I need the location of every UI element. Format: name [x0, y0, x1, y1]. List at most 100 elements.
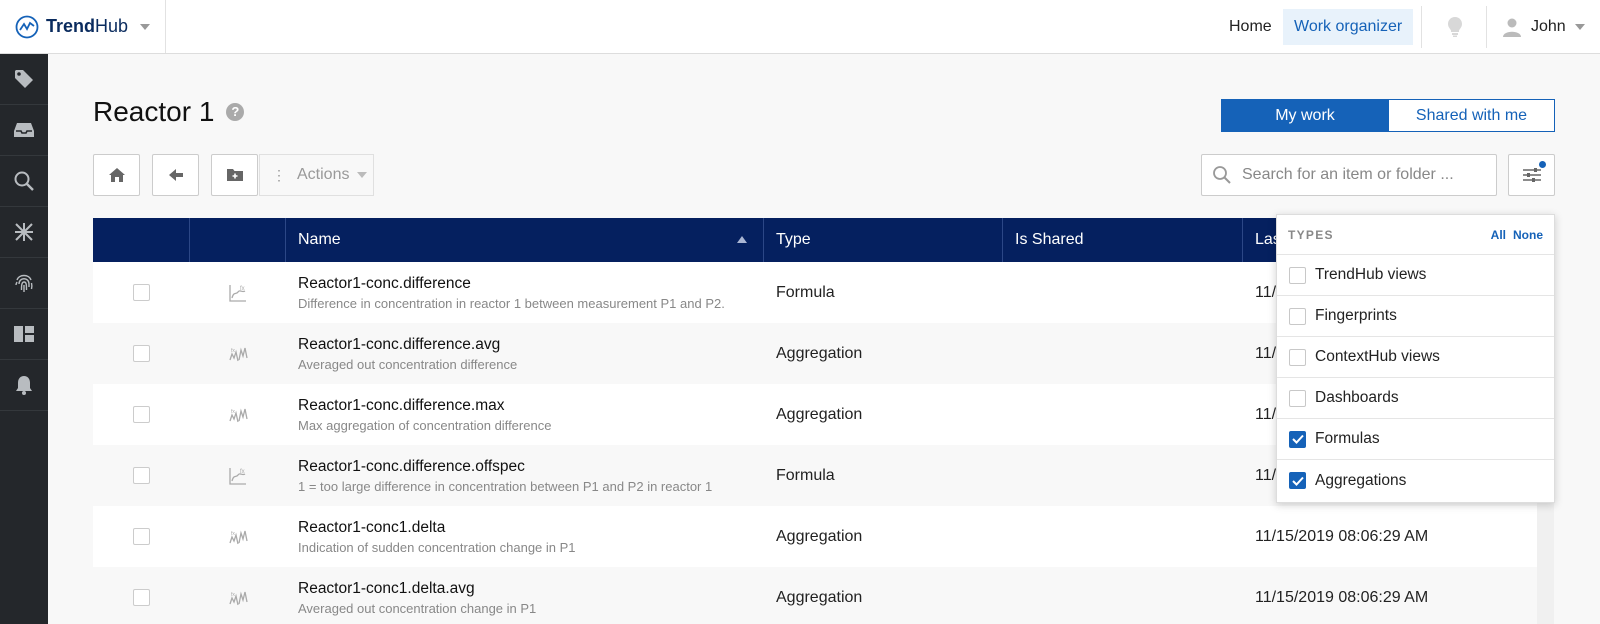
item-is-shared	[1003, 384, 1243, 445]
actions-dropdown[interactable]: ⋮ Actions	[259, 154, 374, 196]
filter-option[interactable]: TrendHub views	[1277, 255, 1554, 296]
row-name-cell[interactable]: Reactor1-conc1.delta Indication of sudden…	[286, 506, 764, 567]
filter-header: TYPES All None	[1277, 215, 1554, 255]
sidebar-item-fingerprints[interactable]	[0, 258, 48, 309]
table-row[interactable]: aggregation-iconfx Reactor1-conc1.delta In…	[93, 506, 1537, 567]
bell-icon	[16, 376, 32, 395]
brand-menu[interactable]: TrendHub	[0, 0, 166, 53]
pattern-icon	[15, 223, 33, 241]
filter-option-label: Formulas	[1315, 430, 1380, 447]
filter-types-label: TYPES	[1288, 227, 1334, 242]
row-checkbox[interactable]	[133, 467, 150, 484]
filter-checkbox-checked[interactable]	[1289, 472, 1306, 489]
row-checkbox[interactable]	[133, 528, 150, 545]
filter-button[interactable]	[1508, 154, 1555, 196]
user-avatar-icon	[1503, 18, 1521, 37]
filter-select-all[interactable]: All	[1491, 228, 1506, 242]
sidebar-item-inbox[interactable]	[0, 105, 48, 156]
nav-work-organizer[interactable]: Work organizer	[1283, 9, 1414, 45]
filter-checkbox[interactable]	[1289, 307, 1306, 325]
row-icon-cell: aggregation-iconfx	[190, 506, 286, 567]
filter-option[interactable]: Fingerprints	[1277, 296, 1554, 337]
lightbulb-icon[interactable]	[1446, 16, 1464, 38]
item-name[interactable]: Reactor1-conc.difference.offspec	[298, 458, 525, 476]
chevron-down-icon	[140, 23, 151, 30]
row-checkbox[interactable]	[133, 406, 150, 423]
item-description: Indication of sudden concentration chang…	[298, 539, 576, 555]
filter-option[interactable]: Aggregations	[1277, 460, 1554, 501]
row-checkbox[interactable]	[133, 345, 150, 362]
row-name-cell[interactable]: Reactor1-conc.difference.max Max aggregat…	[286, 384, 764, 445]
item-name[interactable]: Reactor1-conc.difference.avg	[298, 336, 500, 354]
sidebar-item-tags[interactable]	[0, 54, 48, 105]
filter-checkbox[interactable]	[1289, 266, 1306, 284]
fingerprint-icon	[15, 274, 33, 292]
row-name-cell[interactable]: Reactor1-conc.difference.avg Averaged out…	[286, 323, 764, 384]
svg-text:fx: fx	[231, 592, 235, 598]
home-icon	[108, 168, 125, 182]
sidebar-item-dashboards[interactable]	[0, 309, 48, 360]
my-work-button[interactable]: My work	[1221, 99, 1389, 132]
filter-option-label: ContextHub views	[1315, 348, 1440, 365]
row-checkbox[interactable]	[133, 284, 150, 301]
top-bar: TrendHub Home Work organizer John	[0, 0, 1600, 54]
item-is-shared	[1003, 567, 1243, 624]
dashboard-icon	[14, 326, 34, 342]
shared-with-me-button[interactable]: Shared with me	[1389, 99, 1555, 132]
column-header-select	[93, 218, 190, 262]
column-header-name[interactable]: Name	[286, 218, 764, 262]
search-input[interactable]	[1242, 166, 1492, 184]
column-header-icon	[190, 218, 286, 262]
search-box	[1201, 154, 1497, 196]
filter-checkbox-checked[interactable]	[1289, 430, 1306, 448]
filter-checkbox[interactable]	[1289, 389, 1306, 407]
item-is-shared	[1003, 323, 1243, 384]
svg-text:fx: fx	[240, 469, 245, 475]
row-name-cell[interactable]: Reactor1-conc.difference.offspec 1 = too …	[286, 445, 764, 506]
item-is-shared	[1003, 262, 1243, 323]
row-icon-cell: formula-iconfx	[190, 262, 286, 323]
filter-option[interactable]: Formulas	[1277, 419, 1554, 460]
row-select-cell	[93, 262, 190, 323]
filter-checkbox[interactable]	[1289, 348, 1306, 366]
svg-text:fx: fx	[231, 409, 235, 415]
row-icon-cell: aggregation-iconfx	[190, 567, 286, 624]
svg-text:fx: fx	[231, 348, 235, 354]
inbox-icon	[14, 123, 34, 137]
item-type: Aggregation	[776, 527, 863, 545]
item-name[interactable]: Reactor1-conc.difference.max	[298, 397, 504, 415]
page-title: Reactor 1 ?	[93, 96, 245, 128]
sidebar-item-patterns[interactable]	[0, 207, 48, 258]
type-filter-dropdown: TYPES All None TrendHub views Fingerprint…	[1276, 214, 1555, 503]
item-type: Aggregation	[776, 405, 863, 423]
item-name[interactable]: Reactor1-conc1.delta	[298, 519, 445, 537]
filter-select-none[interactable]: None	[1513, 228, 1543, 242]
row-select-cell	[93, 445, 190, 506]
row-name-cell[interactable]: Reactor1-conc.difference Difference in co…	[286, 262, 764, 323]
column-header-type[interactable]: Type	[764, 218, 1003, 262]
help-icon[interactable]: ?	[226, 103, 245, 121]
folder-plus-icon	[226, 169, 243, 181]
sidebar-item-alerts[interactable]	[0, 360, 48, 411]
table-row[interactable]: aggregation-iconfxReactor1-conc1.delta.a…	[93, 567, 1537, 624]
item-type: Formula	[776, 466, 835, 484]
back-button[interactable]	[152, 154, 199, 196]
item-name[interactable]: Reactor1-conc1.delta.avg	[298, 580, 475, 598]
sort-asc-icon	[737, 236, 747, 243]
row-name-cell[interactable]: Reactor1-conc1.delta.avg Averaged out con…	[286, 567, 764, 624]
view-toggle: My work Shared with me	[1221, 99, 1555, 132]
row-checkbox[interactable]	[133, 589, 150, 606]
search-icon	[1213, 166, 1231, 184]
new-folder-button[interactable]	[211, 154, 258, 196]
row-icon-cell: formula-iconfx	[190, 445, 286, 506]
column-header-is-shared[interactable]: Is Shared	[1003, 218, 1243, 262]
sidebar-item-search[interactable]	[0, 156, 48, 207]
item-name[interactable]: Reactor1-conc.difference	[298, 275, 471, 293]
filter-option[interactable]: ContextHub views	[1277, 337, 1554, 378]
filter-option[interactable]: Dashboards	[1277, 378, 1554, 419]
home-button[interactable]	[93, 154, 140, 196]
nav-home[interactable]: Home	[1218, 9, 1283, 45]
item-type: Formula	[776, 283, 835, 301]
user-menu[interactable]: John	[1502, 0, 1585, 53]
filter-active-indicator	[1538, 160, 1547, 169]
